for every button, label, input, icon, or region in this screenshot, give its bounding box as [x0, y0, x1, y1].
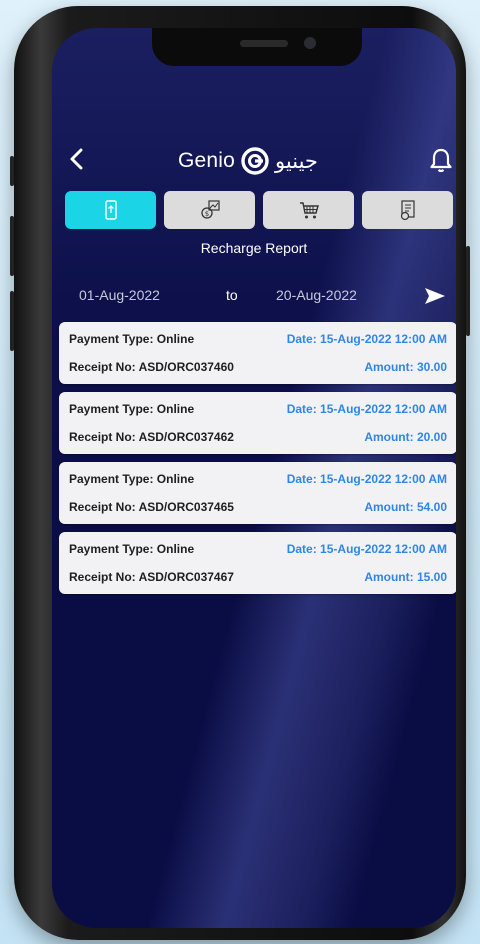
- receipt-number: Receipt No: ASD/ORC037460: [69, 360, 234, 374]
- brand-logo: Genio جينيو: [178, 146, 318, 176]
- receipt-number: Receipt No: ASD/ORC037462: [69, 430, 234, 444]
- recharge-list: Payment Type: Online Date: 15-Aug-2022 1…: [59, 322, 456, 602]
- document-report-icon: [400, 200, 415, 221]
- record-amount: Amount: 30.00: [364, 360, 447, 374]
- record-date: Date: 15-Aug-2022 12:00 AM: [286, 542, 447, 556]
- record-date: Date: 15-Aug-2022 12:00 AM: [286, 472, 447, 486]
- payment-type: Payment Type: Online: [69, 332, 195, 346]
- tab-recharge[interactable]: [65, 191, 156, 229]
- record-date: Date: 15-Aug-2022 12:00 AM: [286, 402, 447, 416]
- date-separator: to: [226, 287, 238, 303]
- record-amount: Amount: 20.00: [364, 430, 447, 444]
- record-amount: Amount: 15.00: [364, 570, 447, 584]
- phone-frame: Genio جينيو $ Recharge Report 01-Aug-202…: [10, 6, 470, 940]
- svg-text:$: $: [204, 210, 208, 218]
- receipt-number: Receipt No: ASD/ORC037467: [69, 570, 234, 584]
- list-item[interactable]: Payment Type: Online Date: 15-Aug-2022 1…: [59, 532, 456, 594]
- date-range-filter: 01-Aug-2022 to 20-Aug-2022: [52, 284, 456, 310]
- brand-name-ar: جينيو: [275, 149, 318, 173]
- send-icon[interactable]: [422, 284, 448, 308]
- report-tabs: $: [65, 191, 456, 229]
- app-screen: Genio جينيو $ Recharge Report 01-Aug-202…: [52, 28, 456, 928]
- shopping-cart-icon: [299, 202, 319, 219]
- bell-icon[interactable]: [428, 146, 454, 174]
- from-date-field[interactable]: 01-Aug-2022: [79, 287, 160, 303]
- list-item[interactable]: Payment Type: Online Date: 15-Aug-2022 1…: [59, 322, 456, 384]
- list-item[interactable]: Payment Type: Online Date: 15-Aug-2022 1…: [59, 462, 456, 524]
- volume-up-button: [10, 216, 14, 276]
- tab-purchases[interactable]: [263, 191, 354, 229]
- receipt-number: Receipt No: ASD/ORC037465: [69, 500, 234, 514]
- back-icon[interactable]: [66, 146, 90, 172]
- front-camera: [304, 37, 316, 49]
- app-header: Genio جينيو: [52, 140, 456, 180]
- tab-transactions[interactable]: $: [164, 191, 255, 229]
- payment-type: Payment Type: Online: [69, 472, 195, 486]
- notch: [152, 28, 362, 66]
- list-item[interactable]: Payment Type: Online Date: 15-Aug-2022 1…: [59, 392, 456, 454]
- volume-down-button: [10, 291, 14, 351]
- record-date: Date: 15-Aug-2022 12:00 AM: [286, 332, 447, 346]
- power-button: [466, 246, 470, 336]
- mute-switch: [10, 156, 14, 186]
- to-date-field[interactable]: 20-Aug-2022: [276, 287, 357, 303]
- payment-type: Payment Type: Online: [69, 542, 195, 556]
- tab-statements[interactable]: [362, 191, 453, 229]
- payment-type: Payment Type: Online: [69, 402, 195, 416]
- speaker: [240, 40, 288, 47]
- page-title: Recharge Report: [200, 240, 308, 256]
- genio-logo-icon: [241, 147, 269, 175]
- money-chart-icon: $: [200, 200, 220, 219]
- mobile-recharge-icon: [104, 200, 117, 220]
- record-amount: Amount: 54.00: [364, 500, 447, 514]
- brand-name-en: Genio: [178, 149, 236, 172]
